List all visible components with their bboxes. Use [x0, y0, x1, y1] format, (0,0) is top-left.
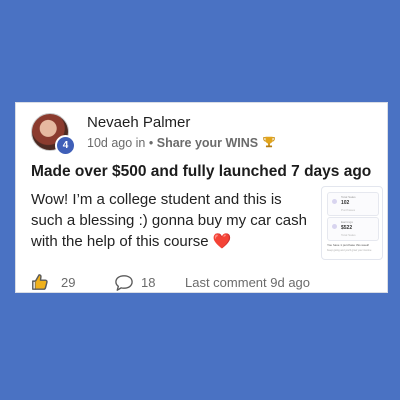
mini-footer-text: You have 1 purchase this week! [327, 243, 370, 247]
post-meta: 10d ago in • Share your WINS [87, 135, 276, 150]
attachment-thumbnail[interactable]: Total Sales 102 Purchases Earnings $522 … [321, 186, 383, 260]
comment-count: 18 [141, 275, 156, 290]
comment-icon[interactable] [114, 274, 134, 292]
mini-stat-sub: Purchases [341, 208, 356, 212]
level-badge: 4 [55, 135, 76, 156]
post-title[interactable]: Made over $500 and fully launched 7 days… [31, 163, 371, 181]
mini-stat-card-sales: Total Sales 102 Purchases [327, 192, 379, 216]
mini-stat-sub: Total Sales [341, 233, 356, 237]
post-body-text: Wow! I’m a college student and this is s… [31, 191, 307, 250]
mini-stat-label: Earnings [341, 220, 353, 224]
mini-footer-subtext: Keep going and you’ll grow your income [327, 249, 372, 252]
post-card[interactable]: 4 Nevaeh Palmer 10d ago in • Share your … [15, 102, 388, 293]
mini-stat-icon [332, 199, 337, 204]
mini-stat-icon [332, 224, 337, 229]
author-name[interactable]: Nevaeh Palmer [87, 114, 190, 131]
mini-stat-card-earnings: Earnings $522 Total Sales [327, 217, 379, 241]
post-time: 10d ago in • [87, 136, 154, 150]
mini-stat-value: $522 [341, 225, 353, 231]
last-comment-link[interactable]: Last comment 9d ago [185, 275, 310, 290]
category-link[interactable]: Share your WINS [157, 136, 258, 150]
avatar-container[interactable]: 4 [31, 113, 76, 157]
post-body: Wow! I’m a college student and this is s… [31, 189, 316, 252]
like-icon[interactable] [31, 273, 49, 291]
trophy-icon [262, 136, 275, 148]
heart-emoji: ❤️ [212, 233, 232, 250]
mini-stat-value: 102 [341, 200, 350, 206]
like-count: 29 [61, 275, 76, 290]
mini-stat-label: Total Sales [341, 195, 356, 199]
